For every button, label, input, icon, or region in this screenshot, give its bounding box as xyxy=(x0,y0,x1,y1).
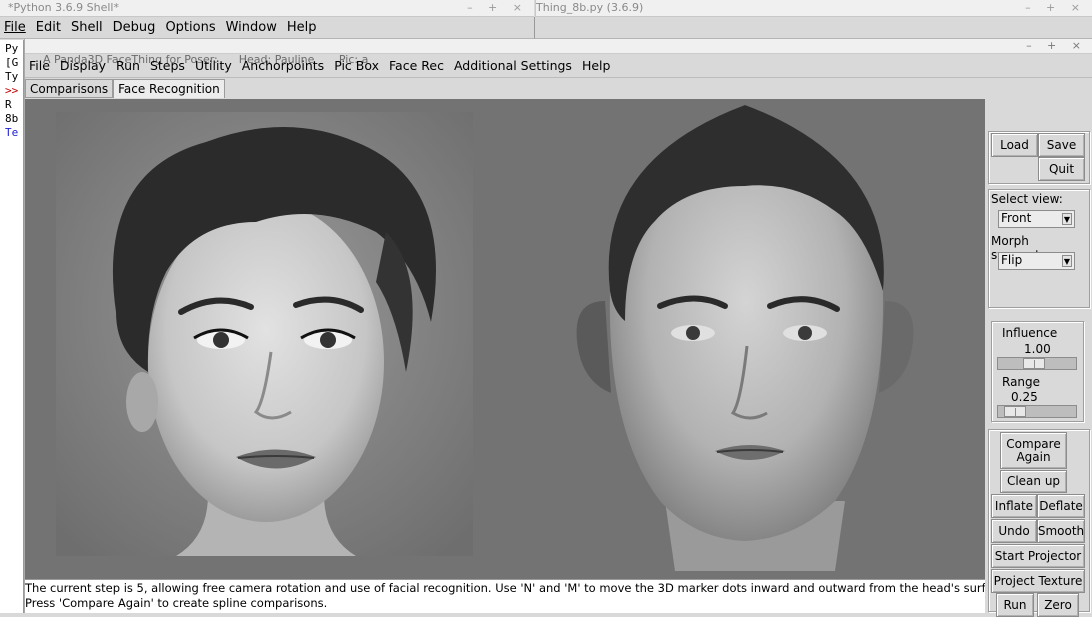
control-panel: Load Save Quit Select view: Front ▼ Morp… xyxy=(986,99,1092,617)
shell-text-area[interactable]: Py [G Ty >> R 8b Te xyxy=(0,40,24,613)
facething-window: A Panda3D FaceThing for Poser: Head: Pau… xyxy=(24,39,1092,617)
shell-line: R xyxy=(5,98,12,111)
reference-photo xyxy=(56,112,473,556)
menu-file[interactable]: File xyxy=(29,58,50,73)
shell-window-controls[interactable]: – + × xyxy=(467,0,528,16)
select-view-value: Front xyxy=(1001,211,1032,225)
influence-value: 1.00 xyxy=(1024,342,1051,356)
clean-up-button[interactable]: Clean up xyxy=(1000,470,1067,493)
menu-help[interactable]: Help xyxy=(582,58,611,73)
shell-line: [G xyxy=(5,56,19,69)
range-slider-thumb[interactable] xyxy=(1004,406,1026,417)
tab-comparisons[interactable]: Comparisons xyxy=(25,79,114,98)
menu-additional-settings[interactable]: Additional Settings xyxy=(454,58,572,73)
shell-menu-options[interactable]: Options xyxy=(165,20,215,35)
range-label: Range xyxy=(1002,375,1041,389)
shell-line: 8b xyxy=(5,112,19,125)
status-line-2: Press 'Compare Again' to create spline c… xyxy=(25,596,328,610)
3d-viewport[interactable] xyxy=(25,99,985,579)
menu-anchorpoints[interactable]: Anchorpoints xyxy=(242,58,324,73)
shell-menubar: File Edit Shell Debug Options Window Hel… xyxy=(0,17,534,39)
shell-menu-edit[interactable]: Edit xyxy=(36,20,61,35)
menu-face-rec[interactable]: Face Rec xyxy=(389,58,444,73)
menu-steps[interactable]: Steps xyxy=(150,58,185,73)
shell-window-titlebar: *Python 3.6.9 Shell* – + × xyxy=(0,0,534,17)
tab-face-recognition[interactable]: Face Recognition xyxy=(113,79,225,98)
influence-label: Influence xyxy=(1002,326,1058,340)
shell-line: Te xyxy=(5,126,19,139)
editor-window-title: Thing_8b.py (3.6.9) xyxy=(536,1,644,14)
chevron-down-icon: ▼ xyxy=(1062,213,1072,225)
influence-slider-thumb[interactable] xyxy=(1023,358,1045,369)
save-button[interactable]: Save xyxy=(1038,133,1085,157)
menu-pic-box[interactable]: Pic Box xyxy=(334,58,379,73)
status-line-1: The current step is 5, allowing free cam… xyxy=(25,581,985,595)
deflate-button[interactable]: Deflate xyxy=(1037,494,1085,518)
menu-display[interactable]: Display xyxy=(60,58,106,73)
influence-slider[interactable] xyxy=(997,357,1077,370)
range-slider[interactable] xyxy=(997,405,1077,418)
project-texture-button[interactable]: Project Texture xyxy=(991,569,1085,593)
shell-line: Py xyxy=(5,42,19,55)
range-value: 0.25 xyxy=(1011,390,1038,404)
inflate-button[interactable]: Inflate xyxy=(991,494,1037,518)
morph-symmetry-dropdown[interactable]: Flip ▼ xyxy=(998,252,1075,270)
reference-photo-image xyxy=(56,112,473,556)
load-button[interactable]: Load xyxy=(991,133,1038,157)
shell-prompt: >> xyxy=(5,84,19,97)
chevron-down-icon: ▼ xyxy=(1062,255,1072,267)
shell-menu-shell[interactable]: Shell xyxy=(71,20,103,35)
menu-run[interactable]: Run xyxy=(116,58,140,73)
shell-menu-debug[interactable]: Debug xyxy=(113,20,156,35)
shell-window-title: *Python 3.6.9 Shell* xyxy=(8,1,119,14)
editor-menubar xyxy=(534,17,1092,39)
smooth-button[interactable]: Smooth xyxy=(1037,519,1085,543)
run-button[interactable]: Run xyxy=(996,593,1034,617)
3d-head-model xyxy=(576,105,914,571)
quit-button[interactable]: Quit xyxy=(1038,157,1085,181)
editor-window-controls[interactable]: – + × xyxy=(1025,0,1086,16)
zero-button[interactable]: Zero xyxy=(1037,593,1079,617)
app-window-controls[interactable]: – + × xyxy=(1026,39,1087,53)
shell-menu-file[interactable]: File xyxy=(4,20,26,35)
select-view-label: Select view: xyxy=(991,192,1063,206)
morph-symmetry-value: Flip xyxy=(1001,253,1023,267)
editor-window-titlebar: Thing_8b.py (3.6.9) – + × xyxy=(535,0,1092,17)
app-menubar: File Display Run Steps Utility Anchorpoi… xyxy=(25,54,1092,78)
shell-menu-help[interactable]: Help xyxy=(287,20,317,35)
select-view-dropdown[interactable]: Front ▼ xyxy=(998,210,1075,228)
compare-again-button[interactable]: Compare Again xyxy=(1000,432,1067,469)
start-projector-button[interactable]: Start Projector xyxy=(991,544,1085,568)
app-titlebar: A Panda3D FaceThing for Poser: Head: Pau… xyxy=(25,39,1092,66)
shell-line: Ty xyxy=(5,70,19,83)
undo-button[interactable]: Undo xyxy=(991,519,1037,543)
status-text: The current step is 5, allowing free cam… xyxy=(25,579,985,613)
shell-menu-window[interactable]: Window xyxy=(226,20,277,35)
tab-bar: Comparisons Face Recognition xyxy=(25,79,225,99)
menu-utility[interactable]: Utility xyxy=(195,58,232,73)
